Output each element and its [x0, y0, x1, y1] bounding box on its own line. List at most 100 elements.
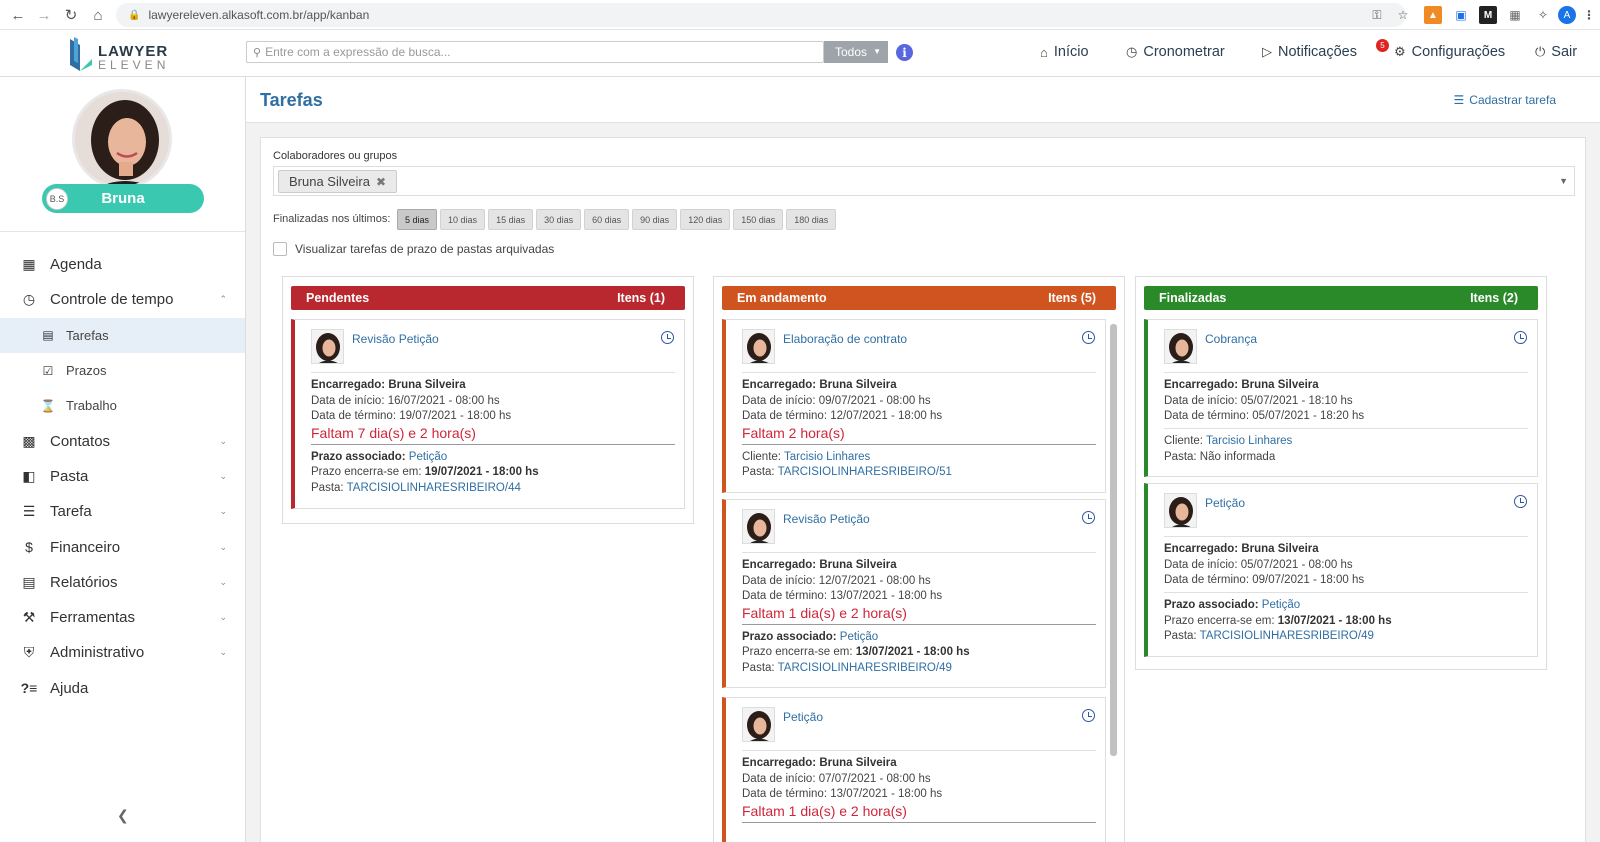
avatar[interactable]: [72, 89, 172, 189]
collapse-sidebar-icon[interactable]: ❮: [117, 807, 129, 824]
chevron-down-icon: ⌄: [219, 435, 227, 446]
logo[interactable]: LAWYER ELEVEN: [68, 35, 178, 73]
task-card[interactable]: Petição Encarregado: Bruna Silveira Data…: [1144, 483, 1538, 657]
search-scope-dropdown[interactable]: Todos ▼: [824, 41, 888, 63]
clock-icon[interactable]: [661, 331, 674, 344]
folder-link[interactable]: TARCISIOLINHARESRIBEIRO/49: [778, 662, 952, 674]
deadline-link[interactable]: Petição: [840, 631, 878, 643]
sidebar-menu: ▦ Agenda ◷ Controle de tempo ⌃ ▤ Tarefas…: [0, 247, 245, 706]
card-divider: [742, 552, 1096, 553]
assignee-value: Bruna Silveira: [1241, 543, 1319, 555]
puzzle-icon[interactable]: ✧: [1534, 6, 1552, 24]
days-button-5[interactable]: 5 dias: [397, 209, 438, 230]
collaborators-select[interactable]: Bruna Silveira ✖ ▼: [273, 166, 1575, 196]
card-title[interactable]: Elaboração de contrato: [783, 332, 907, 346]
card-title[interactable]: Revisão Petição: [783, 512, 870, 526]
sidebar-item-tarefas[interactable]: ▤ Tarefas: [0, 317, 245, 353]
task-card[interactable]: Elaboração de contrato Encarregado: Brun…: [722, 319, 1106, 493]
nav-cronometrar[interactable]: ◷ Cronometrar: [1126, 44, 1225, 60]
client-link[interactable]: Tarcisio Linhares: [1206, 435, 1292, 447]
caret-down-icon[interactable]: ▼: [1559, 176, 1568, 186]
days-button-120[interactable]: 120 dias: [680, 209, 731, 230]
sidebar-item-trabalho[interactable]: ⌛ Trabalho: [0, 388, 245, 423]
folder-link[interactable]: TARCISIOLINHARESRIBEIRO/44: [347, 482, 521, 494]
extension-m-icon[interactable]: M: [1479, 6, 1497, 24]
nav-configuracoes[interactable]: ⚙ Configurações: [1394, 44, 1505, 60]
nav-inicio[interactable]: ⌂ Início: [1040, 44, 1089, 60]
back-arrow-icon[interactable]: ←: [4, 1, 32, 29]
clock-icon[interactable]: [1514, 495, 1527, 508]
kanban-column-em-andamento: Em andamento Itens (5) Elaboração de con…: [713, 276, 1125, 842]
card-divider: [742, 624, 1096, 625]
profile-avatar[interactable]: A: [1558, 6, 1576, 24]
nav-sair[interactable]: ⏻ Sair: [1535, 44, 1577, 60]
sidebar-item-label: Relatórios: [50, 573, 118, 591]
chevron-down-icon: ⌄: [219, 506, 227, 517]
extension-code-icon[interactable]: ▦: [1506, 6, 1524, 24]
sidebar-item-pasta[interactable]: ◧ Pasta ⌄: [0, 459, 245, 494]
days-button-10[interactable]: 10 dias: [440, 209, 486, 230]
sidebar-item-financeiro[interactable]: $ Financeiro ⌄: [0, 529, 245, 564]
info-icon[interactable]: i: [896, 44, 913, 61]
user-pill[interactable]: Bruna B.S: [42, 184, 204, 213]
sidebar-item-prazos[interactable]: ☑ Prazos: [0, 353, 245, 388]
deadline-link[interactable]: Petição: [409, 451, 447, 463]
card-title[interactable]: Revisão Petição: [352, 332, 439, 346]
clock-icon[interactable]: [1082, 709, 1095, 722]
sidebar-item-tarefa[interactable]: ☰ Tarefa ⌄: [0, 494, 245, 529]
days-button-150[interactable]: 150 dias: [733, 209, 784, 230]
days-button-60[interactable]: 60 dias: [584, 209, 630, 230]
sidebar-item-administrativo[interactable]: ⛨ Administrativo ⌄: [0, 635, 245, 670]
sidebar-item-label: Contatos: [50, 432, 111, 450]
reload-icon[interactable]: ↻: [57, 1, 85, 29]
sidebar-item-ferramentas[interactable]: ⚒ Ferramentas ⌄: [0, 600, 245, 635]
key-icon[interactable]: ⚿: [1368, 6, 1386, 24]
client-link[interactable]: Tarcisio Linhares: [784, 451, 870, 463]
column-scrollbar[interactable]: [1110, 324, 1117, 756]
archived-toggle[interactable]: Visualizar tarefas de prazo de pastas ar…: [273, 242, 554, 256]
days-button-180[interactable]: 180 dias: [786, 209, 837, 230]
forward-arrow-icon[interactable]: →: [30, 1, 58, 29]
card-title[interactable]: Petição: [783, 710, 823, 724]
card-avatar: [742, 329, 775, 364]
card-avatar-photo: [1165, 330, 1196, 363]
nav-notificacoes[interactable]: ▷ Notificações 5: [1262, 39, 1389, 60]
clock-icon[interactable]: [1514, 331, 1527, 344]
extension-chart-icon[interactable]: ▲: [1424, 6, 1442, 24]
home-icon[interactable]: ⌂: [84, 1, 112, 29]
days-button-30[interactable]: 30 dias: [536, 209, 582, 230]
deadline-link[interactable]: Petição: [1262, 599, 1300, 611]
task-card[interactable]: Cobrança Encarregado: Bruna Silveira Dat…: [1144, 319, 1538, 477]
card-folder: Pasta: Não informada: [1164, 451, 1276, 463]
card-divider: [742, 372, 1096, 373]
app-header: LAWYER ELEVEN ⚲ Entre com a expressão de…: [0, 30, 1600, 77]
task-card[interactable]: Revisão Petição Encarregado: Bruna Silve…: [722, 499, 1106, 688]
browser-menu-icon[interactable]: ⋮: [1580, 6, 1598, 24]
folder-link[interactable]: TARCISIOLINHARESRIBEIRO/49: [1200, 630, 1374, 642]
sidebar-item-ajuda[interactable]: ?≡ Ajuda: [0, 671, 245, 706]
days-button-90[interactable]: 90 dias: [632, 209, 678, 230]
remove-tag-icon[interactable]: ✖: [376, 175, 386, 189]
sidebar: Bruna B.S ▦ Agenda ◷ Controle de tempo ⌃…: [0, 77, 246, 842]
add-task-button[interactable]: ☰ Cadastrar tarefa: [1454, 93, 1556, 107]
task-card[interactable]: Revisão Petição Encarregado: Bruna Silve…: [291, 319, 685, 509]
clock-icon[interactable]: [1082, 331, 1095, 344]
task-card[interactable]: Petição Encarregado: Bruna Silveira Data…: [722, 697, 1106, 842]
address-bar[interactable]: 🔒 lawyereleven.alkasoft.com.br/app/kanba…: [116, 3, 1406, 27]
clock-icon[interactable]: [1082, 511, 1095, 524]
archived-checkbox[interactable]: [273, 242, 287, 256]
extension-window-icon[interactable]: ▣: [1452, 6, 1470, 24]
search-input[interactable]: ⚲ Entre com a expressão de busca...: [246, 41, 824, 63]
sidebar-item-controle-de-tempo[interactable]: ◷ Controle de tempo ⌃: [0, 282, 245, 317]
assignee-label: Encarregado:: [1164, 543, 1239, 555]
sidebar-item-agenda[interactable]: ▦ Agenda: [0, 247, 245, 282]
sidebar-item-contatos[interactable]: ▩ Contatos ⌄: [0, 423, 245, 458]
clock-icon: ◷: [22, 291, 36, 308]
card-title[interactable]: Petição: [1205, 496, 1245, 510]
days-button-15[interactable]: 15 dias: [488, 209, 534, 230]
star-icon[interactable]: ☆: [1394, 6, 1412, 24]
card-title[interactable]: Cobrança: [1205, 332, 1257, 346]
folder-link[interactable]: TARCISIOLINHARESRIBEIRO/51: [778, 466, 952, 478]
card-divider: [1164, 428, 1528, 429]
sidebar-item-relatorios[interactable]: ▤ Relatórios ⌄: [0, 565, 245, 600]
